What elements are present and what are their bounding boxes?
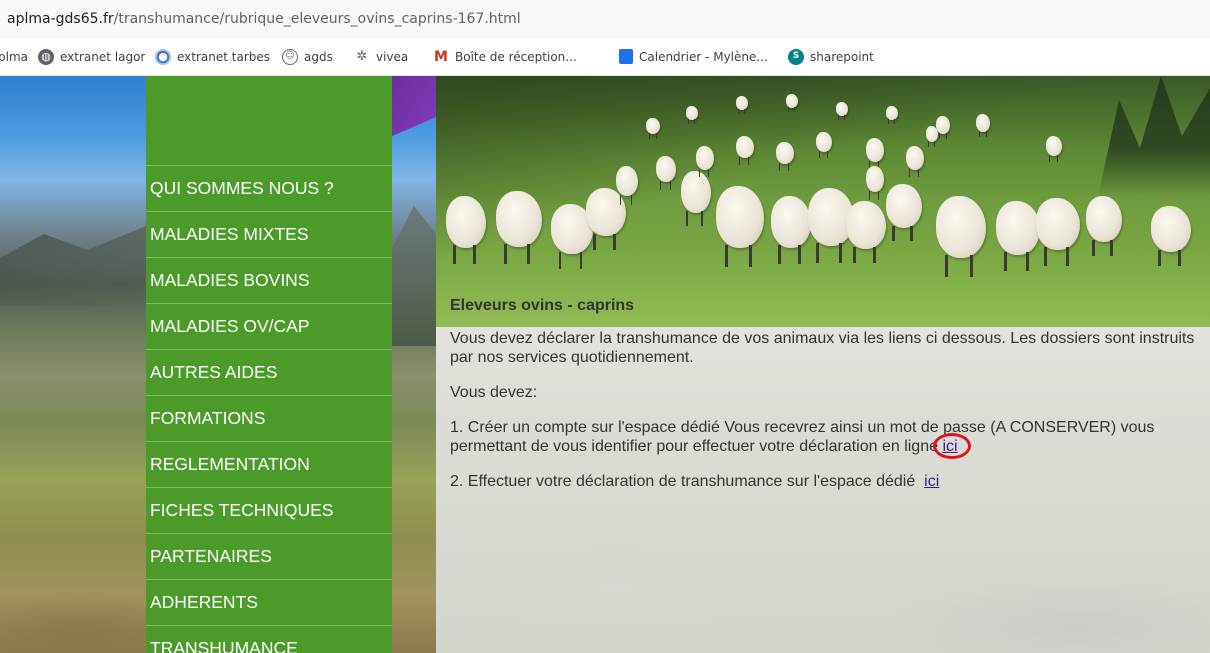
bookmark-label: extranet tarbes [177, 49, 271, 64]
sheep [886, 106, 898, 125]
main-navigation: QUI SOMMES NOUS ? MALADIES MIXTES MALADI… [146, 76, 392, 653]
step-2-text: 2. Effectuer votre déclaration de transh… [450, 473, 925, 490]
globe-icon: ◍ [38, 48, 54, 65]
create-account-link[interactable]: ici [942, 438, 957, 455]
nav-header-space [146, 76, 392, 166]
calendar-icon [619, 49, 633, 64]
bookmark-extranet-tarbes[interactable]: ● extranet tarbes [155, 38, 270, 75]
bookmark-label: sharepoint [810, 49, 874, 64]
mountain-ridge [0, 226, 146, 306]
mountain-ridge [392, 206, 436, 346]
declaration-link[interactable]: ici [924, 473, 939, 490]
nav-item-maladies-bovins[interactable]: MALADIES BOVINS [146, 258, 392, 304]
sheep [1046, 136, 1062, 162]
sheep-flock-photo [436, 76, 1210, 327]
sheep [686, 106, 698, 125]
sheep [1036, 198, 1080, 266]
sheep [736, 96, 748, 115]
bookmarks-bar: plma ◍ extranet lagor ● extranet tarbes … [0, 38, 1210, 76]
sheep [681, 171, 711, 226]
sheep [936, 196, 986, 277]
bookmark-label: extranet lagor [60, 49, 146, 64]
bookmark-label: agds [304, 49, 333, 64]
nav-item-maladies-mixtes[interactable]: MALADIES MIXTES [146, 212, 392, 258]
bookmark-label: vivea [376, 49, 409, 64]
bookmark-sharepoint[interactable]: S sharepoint [788, 38, 874, 75]
step-1-text: 1. Créer un compte sur l'espace dédié Vo… [450, 419, 1155, 455]
sheep [616, 166, 638, 205]
vivea-icon: ✲ [356, 49, 368, 64]
sheep [1086, 196, 1122, 256]
nav-item-fiches-techniques[interactable]: FICHES TECHNIQUES [146, 488, 392, 534]
nav-item-maladies-ov-cap[interactable]: MALADIES OV/CAP [146, 304, 392, 350]
article-content: Eleveurs ovins - caprins Vous devez décl… [450, 296, 1210, 507]
nav-item-adherents[interactable]: ADHERENTS [146, 580, 392, 626]
bookmark-label: Calendrier - Mylène... [639, 49, 768, 64]
nav-item-formations[interactable]: FORMATIONS [146, 396, 392, 442]
nav-item-qui-sommes-nous[interactable]: QUI SOMMES NOUS ? [146, 166, 392, 212]
sheep [656, 156, 676, 190]
sheep [936, 116, 950, 140]
sheep [776, 142, 794, 171]
intro-paragraph: Vous devez déclarer la transhumance de v… [450, 330, 1195, 366]
url-path: /transhumance/rubrique_eleveurs_ovins_ca… [113, 11, 521, 27]
sharepoint-icon: S [788, 48, 804, 65]
nav-item-transhumance[interactable]: TRANSHUMANCE [146, 626, 392, 653]
sheep [906, 146, 924, 178]
sheep [866, 138, 884, 170]
bookmark-calendrier[interactable]: Calendrier - Mylène... [619, 38, 768, 75]
bookmark-plma[interactable]: plma [0, 38, 28, 75]
sheep [976, 114, 990, 138]
page-title: Eleveurs ovins - caprins [450, 297, 635, 314]
sheep [926, 126, 938, 147]
bookmark-label: Boîte de réception... [455, 49, 577, 64]
nav-item-autres-aides[interactable]: AUTRES AIDES [146, 350, 392, 396]
sheep [771, 196, 811, 264]
sheep [736, 136, 754, 165]
bookmark-vivea[interactable]: ✲ vivea [354, 38, 409, 75]
sheep [996, 201, 1040, 272]
bookmark-extranet-lagor[interactable]: ◍ extranet lagor [38, 38, 145, 75]
vous-devez-label: Vous devez: [450, 384, 538, 401]
url-text[interactable]: aplma-gds65.fr/transhumance/rubrique_ele… [7, 11, 521, 27]
smiley-icon: ☺ [282, 48, 298, 65]
sheep [866, 166, 884, 200]
address-bar[interactable]: aplma-gds65.fr/transhumance/rubrique_ele… [0, 0, 1210, 38]
bookmark-agds[interactable]: ☺ agds [282, 38, 333, 75]
sheep [496, 191, 542, 264]
sheep [816, 132, 832, 158]
step-2-paragraph: 2. Effectuer votre déclaration de transh… [450, 472, 1210, 491]
sheep [646, 118, 660, 139]
nav-item-partenaires[interactable]: PARTENAIRES [146, 534, 392, 580]
sheep [886, 184, 922, 242]
bookmark-boite-de-reception[interactable]: M Boîte de réception... [433, 38, 577, 75]
sheep [696, 146, 714, 178]
step-1-paragraph: 1. Créer un compte sur l'espace dédié Vo… [450, 418, 1210, 459]
url-host: aplma-gds65.fr [7, 11, 114, 27]
sheep [786, 94, 798, 113]
gmail-icon: M [434, 48, 448, 65]
nav-item-reglementation[interactable]: REGLEMENTATION [146, 442, 392, 488]
sheep [446, 196, 486, 264]
sheep [846, 201, 886, 264]
bookmark-label: plma [0, 49, 28, 64]
sheep [716, 186, 764, 267]
site-icon: ● [155, 48, 171, 65]
sheep [836, 102, 848, 121]
sheep [1151, 206, 1191, 266]
